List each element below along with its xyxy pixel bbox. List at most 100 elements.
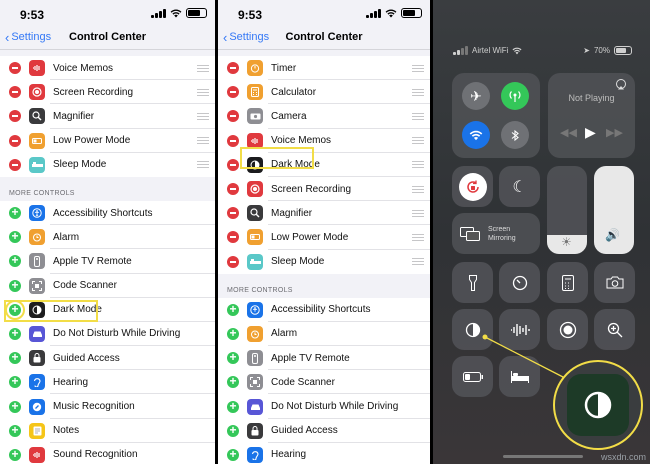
list-item[interactable]: Code Scanner	[218, 370, 430, 395]
add-button[interactable]	[9, 326, 21, 340]
list-item[interactable]: Code Scanner	[0, 273, 215, 298]
reorder-handle-icon[interactable]	[197, 88, 209, 96]
reorder-handle-icon[interactable]	[412, 185, 424, 193]
list-item[interactable]: Sleep Mode	[218, 249, 430, 274]
remove-button[interactable]	[227, 255, 239, 268]
qr-code-icon	[247, 374, 263, 391]
list-item[interactable]: Sleep Mode	[0, 152, 215, 177]
remove-button[interactable]	[9, 134, 21, 147]
camera-icon	[247, 108, 263, 125]
settings-panel-2: 9:53 ‹ Settings Control Center Timer Calc…	[218, 0, 430, 464]
remove-button[interactable]	[227, 231, 239, 244]
add-button[interactable]	[9, 278, 21, 292]
remove-button[interactable]	[227, 62, 239, 75]
tv-remote-icon	[247, 350, 263, 367]
remove-button[interactable]	[9, 158, 21, 171]
wifi-icon	[385, 8, 397, 17]
add-button[interactable]	[9, 423, 21, 437]
alarm-clock-icon	[247, 325, 263, 342]
page-title: Control Center	[69, 31, 146, 43]
add-button[interactable]	[9, 447, 21, 461]
reorder-handle-icon[interactable]	[412, 233, 424, 241]
add-button[interactable]	[9, 253, 21, 268]
add-button[interactable]	[227, 374, 239, 389]
remove-button[interactable]	[227, 207, 239, 220]
remove-button[interactable]	[227, 134, 239, 147]
add-button[interactable]	[227, 399, 239, 413]
shazam-icon	[29, 398, 45, 415]
screen-recording-icon	[247, 181, 263, 198]
list-item[interactable]: Notes	[0, 418, 215, 443]
reorder-handle-icon[interactable]	[412, 137, 424, 145]
add-button[interactable]	[9, 399, 21, 413]
add-button[interactable]	[9, 350, 21, 365]
list-item[interactable]: Apple TV Remote	[0, 249, 215, 274]
list-item[interactable]: Hearing	[218, 442, 430, 464]
add-button[interactable]	[9, 205, 21, 220]
reorder-handle-icon[interactable]	[412, 64, 424, 72]
list-item[interactable]: Alarm	[218, 321, 430, 347]
list-item[interactable]: Guided Access	[0, 346, 215, 371]
lock-icon	[29, 350, 45, 367]
home-indicator	[503, 455, 583, 458]
highlight-box	[240, 147, 314, 169]
ear-icon	[29, 374, 45, 391]
watermark: wsxdn.com	[600, 452, 646, 462]
status-bar: 9:53	[218, 0, 430, 26]
remove-button[interactable]	[9, 62, 21, 75]
add-button[interactable]	[227, 326, 239, 340]
list-item[interactable]: Low Power Mode	[218, 225, 430, 250]
list-item[interactable]: Magnifier	[0, 104, 215, 129]
alarm-clock-icon	[29, 229, 45, 246]
sound-recognition-icon	[29, 446, 45, 463]
remove-button[interactable]	[227, 110, 239, 123]
add-button[interactable]	[9, 229, 21, 244]
reorder-handle-icon[interactable]	[197, 137, 209, 145]
reorder-handle-icon[interactable]	[412, 88, 424, 96]
screen-recording-icon	[29, 84, 45, 101]
list-item[interactable]: Do Not Disturb While Driving	[0, 321, 215, 347]
add-button[interactable]	[227, 447, 239, 461]
list-item[interactable]: Calculator	[218, 80, 430, 105]
list-item[interactable]: Screen Recording	[0, 80, 215, 105]
add-button[interactable]	[9, 374, 21, 389]
list-item[interactable]: Low Power Mode	[0, 128, 215, 153]
list-item[interactable]: Sound Recognition	[0, 442, 215, 464]
list-item[interactable]: Alarm	[0, 225, 215, 250]
add-button[interactable]	[227, 423, 239, 437]
list-item[interactable]: Timer	[218, 56, 430, 81]
list-item[interactable]: Guided Access	[218, 418, 430, 443]
list-item[interactable]: Do Not Disturb While Driving	[218, 394, 430, 419]
low-power-battery-icon	[247, 229, 263, 246]
list-item[interactable]: Accessibility Shortcuts	[218, 297, 430, 322]
list-item[interactable]: Magnifier	[218, 201, 430, 226]
reorder-handle-icon[interactable]	[197, 161, 209, 169]
list-item[interactable]: Music Recognition	[0, 394, 215, 419]
add-button[interactable]	[227, 350, 239, 365]
remove-button[interactable]	[9, 86, 21, 99]
cellular-signal-icon	[151, 8, 166, 18]
list-item[interactable]: Screen Recording	[218, 176, 430, 202]
remove-button[interactable]	[227, 158, 239, 171]
remove-button[interactable]	[227, 86, 239, 99]
list-item[interactable]: Camera	[218, 104, 430, 129]
reorder-handle-icon[interactable]	[197, 64, 209, 72]
reorder-handle-icon[interactable]	[412, 209, 424, 217]
list-item[interactable]: Accessibility Shortcuts	[0, 200, 215, 226]
list-item[interactable]: Voice Memos	[0, 56, 215, 81]
reorder-handle-icon[interactable]	[412, 161, 424, 169]
control-center-panel: Airtel WiFi ➤ 70% ✈ Not Playing ◀◀ ▶ ▶▶ …	[433, 0, 650, 464]
bed-icon	[247, 253, 263, 270]
remove-button[interactable]	[227, 183, 239, 196]
list-item[interactable]: Hearing	[0, 370, 215, 395]
reorder-handle-icon[interactable]	[412, 112, 424, 120]
qr-code-icon	[29, 277, 45, 294]
magnifier-icon	[247, 205, 263, 222]
notes-icon	[29, 422, 45, 439]
settings-panel-1: 9:53 ‹ Settings Control Center Voice Memo…	[0, 0, 215, 464]
add-button[interactable]	[227, 302, 239, 316]
remove-button[interactable]	[9, 110, 21, 123]
reorder-handle-icon[interactable]	[197, 112, 209, 120]
reorder-handle-icon[interactable]	[412, 258, 424, 266]
list-item[interactable]: Apple TV Remote	[218, 346, 430, 371]
